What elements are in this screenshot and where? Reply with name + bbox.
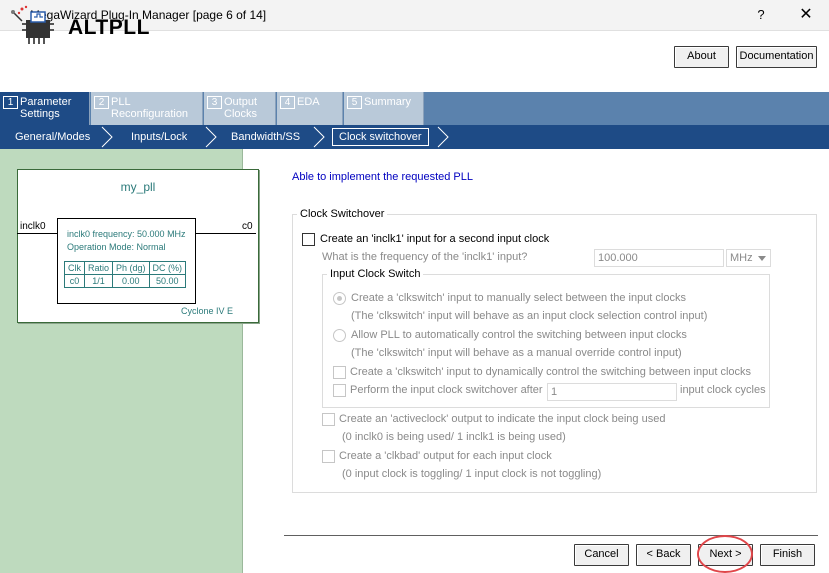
table-header-cell: Ratio: [83, 261, 114, 275]
table-row: c0 1/1 0.00 50.00: [64, 274, 187, 288]
dynamic-switch-label: Create a 'clkswitch' input to dynamicall…: [350, 366, 752, 378]
auto-switch-note: (The 'clkswitch' input will behave as a …: [351, 347, 682, 359]
pll-chip-logo-icon: [17, 5, 54, 44]
documentation-button[interactable]: Documentation: [736, 46, 817, 68]
table-header-cell: DC (%): [148, 261, 187, 275]
tab-number: 3: [207, 96, 222, 109]
finish-button[interactable]: Finish: [760, 544, 815, 566]
device-family: Cyclone IV E: [181, 306, 234, 316]
next-button[interactable]: Next >: [698, 544, 753, 566]
auto-switch-radio[interactable]: [333, 329, 346, 342]
table-cell: 1/1: [83, 274, 114, 288]
clkbad-checkbox[interactable]: [322, 450, 335, 463]
help-button[interactable]: ?: [745, 4, 777, 28]
manual-switch-radio[interactable]: [333, 292, 346, 305]
perform-switchover-label: Perform the input clock switchover after: [350, 384, 543, 396]
switchover-cycles-input[interactable]: 1: [547, 383, 677, 401]
manual-switch-label: Create a 'clkswitch' input to manually s…: [351, 292, 686, 304]
tab-number: 5: [347, 96, 362, 109]
inclk1-frequency-label: What is the frequency of the 'inclk1' in…: [322, 251, 528, 263]
output-port-label: c0: [242, 221, 253, 232]
close-button[interactable]: ✕: [790, 4, 822, 28]
frequency-unit-value: MHz: [730, 252, 753, 264]
chevron-right-icon: [101, 126, 113, 148]
tab-eda[interactable]: 4 EDA: [277, 92, 343, 125]
output-wire: [196, 233, 256, 234]
tab-label: Summary: [364, 96, 412, 108]
input-wire: [17, 233, 57, 234]
frequency-info: inclk0 frequency: 50.000 MHz: [67, 229, 186, 239]
tab-label: PLL Reconfiguration: [111, 96, 189, 120]
tab-number: 2: [94, 96, 109, 109]
table-cell: 0.00: [112, 274, 150, 288]
tab-number: 4: [280, 96, 295, 109]
tab-label: Parameter Settings: [20, 96, 72, 120]
auto-switch-label: Allow PLL to automatically control the s…: [351, 329, 687, 341]
inclk1-frequency-input[interactable]: 100.000: [594, 249, 724, 267]
tab-number: 1: [3, 96, 18, 109]
cancel-button[interactable]: Cancel: [574, 544, 629, 566]
about-button[interactable]: About: [674, 46, 729, 68]
subtab-bandwidth-ss[interactable]: Bandwidth/SS: [231, 125, 300, 149]
group-title: Clock Switchover: [297, 208, 388, 220]
footer-divider: [284, 535, 818, 536]
subtab-inputs-lock[interactable]: Inputs/Lock: [131, 125, 187, 149]
page-title: ALTPLL: [68, 16, 150, 39]
create-inclk1-label: Create an 'inclk1' input for a second in…: [320, 233, 550, 245]
input-port-label: inclk0: [20, 221, 46, 232]
tab-parameter-settings[interactable]: 1 Parameter Settings: [0, 92, 90, 125]
chevron-right-icon: [205, 126, 217, 148]
table-cell: c0: [64, 274, 85, 288]
perform-switchover-checkbox[interactable]: [333, 384, 346, 397]
output-clock-table: Clk Ratio Ph (dg) DC (%) c0 1/1 0.00 50.…: [64, 261, 187, 288]
chevron-down-icon: [758, 256, 766, 261]
activeclock-checkbox[interactable]: [322, 413, 335, 426]
cycles-suffix-label: input clock cycles: [680, 384, 766, 396]
activeclock-label: Create an 'activeclock' output to indica…: [339, 413, 666, 425]
create-inclk1-checkbox[interactable]: [302, 233, 315, 246]
activeclock-note: (0 inclk0 is being used/ 1 inclk1 is bei…: [342, 431, 566, 443]
manual-switch-note: (The 'clkswitch' input will behave as an…: [351, 310, 708, 322]
chevron-right-icon: [437, 126, 449, 148]
status-message: Able to implement the requested PLL: [292, 171, 474, 183]
table-header-cell: Ph (dg): [112, 261, 150, 275]
clkbad-note: (0 input clock is toggling/ 1 input cloc…: [342, 468, 602, 480]
subtab-general-modes[interactable]: General/Modes: [15, 125, 90, 149]
subtab-clock-switchover[interactable]: Clock switchover: [332, 128, 429, 146]
table-header-cell: Clk: [64, 261, 85, 275]
group-title: Input Clock Switch: [327, 268, 424, 280]
table-header-row: Clk Ratio Ph (dg) DC (%): [64, 261, 187, 275]
tab-pll-reconfiguration[interactable]: 2 PLL Reconfiguration: [91, 92, 203, 125]
chevron-right-icon: [313, 126, 325, 148]
frequency-unit-select[interactable]: MHz: [726, 249, 771, 267]
dynamic-switch-checkbox[interactable]: [333, 366, 346, 379]
tab-output-clocks[interactable]: 3 Output Clocks: [204, 92, 276, 125]
clkbad-label: Create a 'clkbad' output for each input …: [339, 450, 552, 462]
operation-mode-info: Operation Mode: Normal: [67, 242, 166, 252]
table-cell: 50.00: [148, 274, 187, 288]
tab-label: EDA: [297, 96, 320, 108]
pll-instance-name: my_pll: [120, 180, 156, 194]
back-button[interactable]: < Back: [636, 544, 691, 566]
tab-label: Output Clocks: [224, 96, 258, 120]
tab-summary[interactable]: 5 Summary: [344, 92, 424, 125]
